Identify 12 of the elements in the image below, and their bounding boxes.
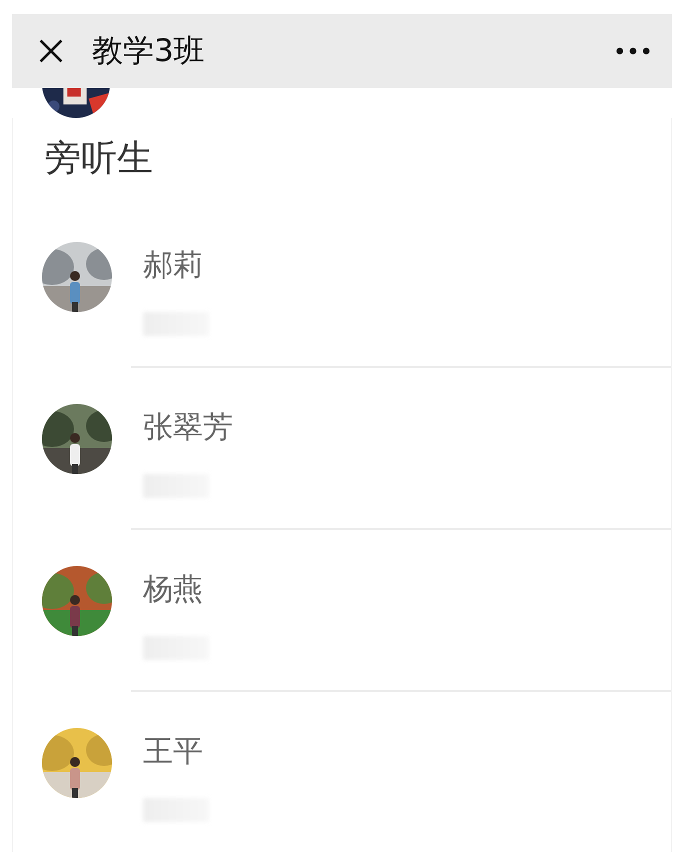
window-title: 教学3班 [92,32,206,71]
member-item[interactable]: 张翠芳 [13,366,671,528]
member-name: 杨燕 [143,571,204,609]
section-title: 旁听生 [44,137,154,181]
more-icon[interactable] [616,47,650,55]
close-icon[interactable] [38,38,64,64]
member-name: 张翠芳 [143,409,233,447]
member-item[interactable]: 杨燕 [13,528,671,690]
member-name: 王平 [143,733,204,771]
member-name: 郝莉 [143,247,204,285]
member-item[interactable]: 王平 [13,690,671,852]
member-item[interactable]: 郝莉 [13,204,671,366]
